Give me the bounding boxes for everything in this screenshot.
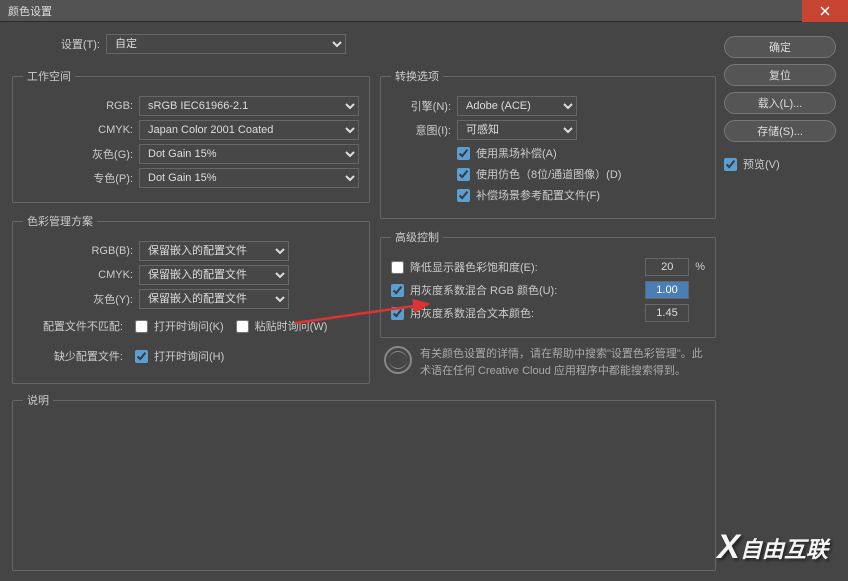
ok-button[interactable]: 确定: [724, 36, 836, 58]
load-button[interactable]: 载入(L)...: [724, 92, 836, 114]
ws-cmyk-label: CMYK:: [23, 124, 133, 136]
desat-input[interactable]: [645, 258, 689, 276]
advanced-legend: 高级控制: [391, 229, 443, 245]
window-title: 颜色设置: [8, 3, 52, 19]
blend-rgb-label: 用灰度系数混合 RGB 颜色(U):: [410, 282, 639, 298]
settings-select[interactable]: 自定: [106, 34, 346, 54]
description-group: 说明: [12, 392, 716, 571]
save-button[interactable]: 存储(S)...: [724, 120, 836, 142]
engine-label: 引擎(N):: [391, 98, 451, 114]
pol-cmyk-select[interactable]: 保留嵌入的配置文件: [139, 265, 289, 285]
intent-select[interactable]: 可感知: [457, 120, 577, 140]
open-ask-check[interactable]: 打开时询问(K): [135, 318, 224, 334]
dither-check[interactable]: [457, 168, 470, 181]
intent-label: 意图(I):: [391, 122, 451, 138]
convert-group: 转换选项 引擎(N):Adobe (ACE) 意图(I):可感知 使用黑场补偿(…: [380, 68, 716, 219]
ws-rgb-label: RGB:: [23, 100, 133, 112]
close-icon: [820, 6, 830, 16]
desat-unit: %: [695, 261, 705, 273]
mismatch-label: 配置文件不匹配:: [23, 318, 123, 334]
workspace-legend: 工作空间: [23, 68, 75, 84]
annotation-arrow: [290, 288, 440, 328]
info-text: 有关颜色设置的详情，请在帮助中搜索"设置色彩管理"。此术语在任何 Creativ…: [420, 346, 712, 379]
ws-spot-select[interactable]: Dot Gain 15%: [139, 168, 359, 188]
engine-select[interactable]: Adobe (ACE): [457, 96, 577, 116]
compensate-check[interactable]: [457, 189, 470, 202]
open-ask2-check[interactable]: 打开时询问(H): [135, 348, 224, 364]
watermark: X 自由互联: [717, 528, 828, 567]
blend-text-input[interactable]: [645, 304, 689, 322]
watermark-text: 自由互联: [740, 532, 828, 564]
watermark-icon: X: [717, 528, 736, 567]
preview-check[interactable]: 预览(V): [724, 156, 836, 172]
close-button[interactable]: [802, 0, 848, 22]
ws-gray-select[interactable]: Dot Gain 15%: [139, 144, 359, 164]
ws-spot-label: 专色(P):: [23, 170, 133, 186]
reset-button[interactable]: 复位: [724, 64, 836, 86]
desat-label: 降低显示器色彩饱和度(E):: [410, 259, 639, 275]
pol-gray-select[interactable]: 保留嵌入的配置文件: [139, 289, 289, 309]
blend-text-label: 用灰度系数混合文本颜色:: [410, 305, 639, 321]
pol-gray-label: 灰色(Y):: [23, 291, 133, 307]
pol-rgb-select[interactable]: 保留嵌入的配置文件: [139, 241, 289, 261]
black-point-check[interactable]: [457, 147, 470, 160]
workspace-group: 工作空间 RGB: sRGB IEC61966-2.1 CMYK: Japan Co…: [12, 68, 370, 203]
policy-legend: 色彩管理方案: [23, 213, 97, 229]
settings-row: 设置(T): 自定: [12, 32, 716, 60]
globe-icon: [384, 346, 412, 374]
desat-check[interactable]: [391, 261, 404, 274]
ws-rgb-select[interactable]: sRGB IEC61966-2.1: [139, 96, 359, 116]
settings-label: 设置(T):: [12, 36, 100, 52]
ws-cmyk-select[interactable]: Japan Color 2001 Coated: [139, 120, 359, 140]
pol-cmyk-label: CMYK:: [23, 269, 133, 281]
description-legend: 说明: [23, 392, 53, 408]
missing-label: 缺少配置文件:: [23, 348, 123, 364]
title-bar: 颜色设置: [0, 0, 848, 22]
convert-legend: 转换选项: [391, 68, 443, 84]
blend-rgb-input[interactable]: [645, 281, 689, 299]
info-row: 有关颜色设置的详情，请在帮助中搜索"设置色彩管理"。此术语在任何 Creativ…: [380, 346, 716, 379]
ws-gray-label: 灰色(G):: [23, 146, 133, 162]
pol-rgb-label: RGB(B):: [23, 245, 133, 257]
